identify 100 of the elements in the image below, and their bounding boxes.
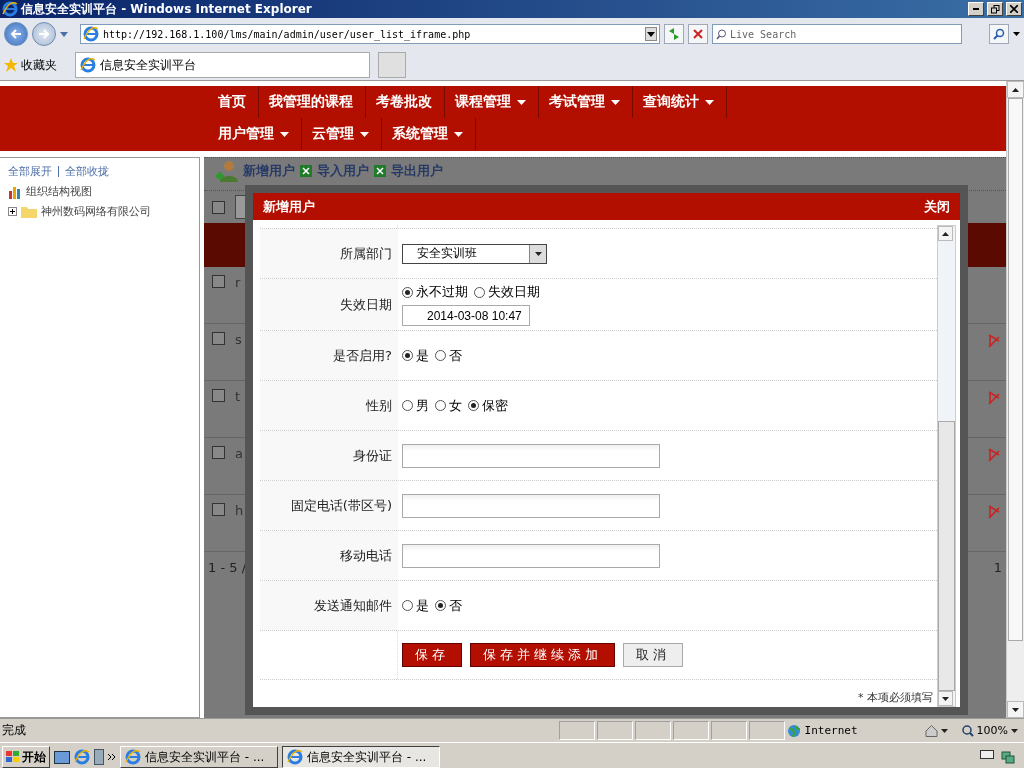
cancel-button[interactable]: 取消 bbox=[623, 643, 683, 667]
keyboard-icon bbox=[980, 750, 994, 759]
tree-item[interactable]: 神州数码网络有限公司 bbox=[41, 204, 151, 219]
radio-button[interactable] bbox=[474, 286, 485, 298]
radio-button[interactable] bbox=[435, 350, 446, 361]
taskbar-button[interactable]: 信息安全实训平台 - ... bbox=[120, 746, 278, 768]
page-number[interactable]: 1 bbox=[993, 559, 1002, 575]
dropdown-arrow-icon bbox=[534, 251, 542, 256]
globe-icon bbox=[786, 723, 801, 738]
checkbox[interactable] bbox=[212, 332, 225, 345]
nav-item[interactable]: 查询统计 bbox=[633, 86, 727, 118]
required-note: * 本项必须填写 bbox=[857, 690, 934, 706]
add-user-icon bbox=[216, 160, 238, 182]
radio-label: 永不过期 bbox=[416, 283, 468, 301]
checkbox[interactable] bbox=[212, 389, 225, 402]
dropdown-icon[interactable] bbox=[645, 27, 657, 41]
field-label: 所属部门 bbox=[340, 244, 392, 263]
close-link[interactable]: 关闭 bbox=[924, 197, 950, 216]
nav-item[interactable]: 我管理的课程 bbox=[259, 86, 366, 118]
nav-item[interactable]: 考试管理 bbox=[539, 86, 633, 118]
radio-label: 失效日期 bbox=[488, 283, 540, 301]
field-label: 发送通知邮件 bbox=[314, 596, 392, 615]
caret-icon bbox=[1011, 728, 1018, 733]
more-icon[interactable] bbox=[108, 753, 116, 761]
status-text: 完成 bbox=[1, 722, 27, 739]
checkbox[interactable] bbox=[212, 275, 225, 288]
scrollbar[interactable] bbox=[937, 225, 956, 707]
field-label: 失效日期 bbox=[340, 295, 392, 314]
caret-icon bbox=[940, 728, 948, 733]
back-icon bbox=[10, 29, 22, 39]
restore-icon bbox=[990, 4, 1000, 14]
radio-button[interactable] bbox=[468, 400, 479, 411]
checkbox[interactable] bbox=[212, 503, 225, 516]
input-field[interactable] bbox=[402, 443, 660, 468]
expand-icon[interactable] bbox=[8, 207, 17, 216]
forward-button[interactable] bbox=[32, 22, 56, 46]
radio-label: 是 bbox=[416, 596, 429, 615]
browser-icon bbox=[2, 1, 18, 17]
browser-icon bbox=[74, 749, 90, 765]
radio-button[interactable] bbox=[402, 400, 413, 411]
table-cell: a bbox=[235, 446, 243, 461]
page-icon bbox=[80, 57, 96, 73]
nav-item[interactable]: 首页 bbox=[208, 86, 259, 118]
chart-icon bbox=[8, 184, 22, 199]
radio-label: 女 bbox=[449, 396, 462, 415]
expand-all-link[interactable]: 全部展开 bbox=[8, 164, 52, 179]
input-field[interactable] bbox=[402, 493, 660, 518]
search-field[interactable]: Live Search bbox=[712, 24, 962, 44]
table-cell: s bbox=[235, 332, 242, 347]
nav-item[interactable]: 系统管理 bbox=[382, 118, 476, 150]
close-button[interactable] bbox=[1006, 2, 1022, 16]
date-field[interactable]: 2014-03-08 10:47 bbox=[402, 305, 530, 326]
radio-button[interactable] bbox=[402, 600, 413, 611]
address-field[interactable]: http://192.168.1.100/lms/main/admin/user/user_list_iframe.php bbox=[80, 24, 660, 44]
minimize-button[interactable] bbox=[968, 2, 984, 16]
input-field[interactable] bbox=[402, 543, 660, 568]
refresh-icon bbox=[668, 28, 680, 40]
zoom-button[interactable]: 100% bbox=[955, 724, 1024, 737]
nav-item[interactable]: 用户管理 bbox=[208, 118, 302, 150]
department-select[interactable]: 安全实训班 bbox=[402, 243, 547, 264]
checkbox[interactable] bbox=[212, 200, 225, 214]
dropdown-icon[interactable] bbox=[1013, 32, 1020, 36]
field-label: 性别 bbox=[366, 396, 392, 415]
scroll-up-button[interactable] bbox=[1007, 81, 1024, 98]
save-button[interactable]: 保存 bbox=[402, 643, 462, 667]
search-button[interactable] bbox=[989, 24, 1009, 44]
nav-item[interactable]: 云管理 bbox=[302, 118, 382, 150]
zone-text: Internet bbox=[804, 724, 858, 737]
search-icon bbox=[716, 28, 727, 40]
desktop-icon[interactable] bbox=[54, 750, 70, 764]
collapse-all-link[interactable]: 全部收拢 bbox=[58, 166, 109, 177]
save-button[interactable]: 保存并继续添加 bbox=[470, 643, 615, 667]
windows-flag-icon bbox=[6, 751, 20, 763]
nav-item[interactable]: 课程管理 bbox=[445, 86, 539, 118]
radio-button[interactable] bbox=[402, 286, 413, 298]
scroll-down-button[interactable] bbox=[938, 691, 953, 706]
browser-tab[interactable]: 信息安全实训平台 bbox=[75, 52, 370, 78]
scroll-up-button[interactable] bbox=[938, 226, 953, 241]
nav-item[interactable]: 考卷批改 bbox=[366, 86, 445, 118]
scroll-thumb[interactable] bbox=[1008, 98, 1023, 641]
scrollbar[interactable] bbox=[1006, 81, 1024, 718]
field-label: 是否启用? bbox=[333, 346, 392, 365]
scroll-thumb[interactable] bbox=[938, 421, 955, 691]
back-button[interactable] bbox=[4, 22, 28, 46]
window-title: 信息安全实训平台 - Windows Internet Explorer bbox=[21, 0, 313, 18]
radio-button[interactable] bbox=[435, 400, 446, 411]
taskbar-button[interactable]: 信息安全实训平台 - ... bbox=[282, 746, 440, 768]
checkbox[interactable] bbox=[212, 446, 225, 459]
dialog-title: 新增用户 bbox=[263, 197, 315, 216]
start-button[interactable]: 开始 bbox=[2, 746, 50, 768]
zoom-icon bbox=[961, 724, 974, 737]
favorites-button[interactable]: 收藏夹 bbox=[4, 56, 67, 74]
scroll-down-button[interactable] bbox=[1007, 701, 1024, 718]
radio-button[interactable] bbox=[435, 600, 446, 611]
restore-button[interactable] bbox=[987, 2, 1003, 16]
radio-button[interactable] bbox=[402, 350, 413, 361]
refresh-button[interactable] bbox=[664, 24, 684, 44]
stop-button[interactable] bbox=[688, 24, 708, 44]
field-label: 固定电话(带区号) bbox=[290, 496, 392, 515]
search-icon bbox=[993, 28, 1005, 40]
